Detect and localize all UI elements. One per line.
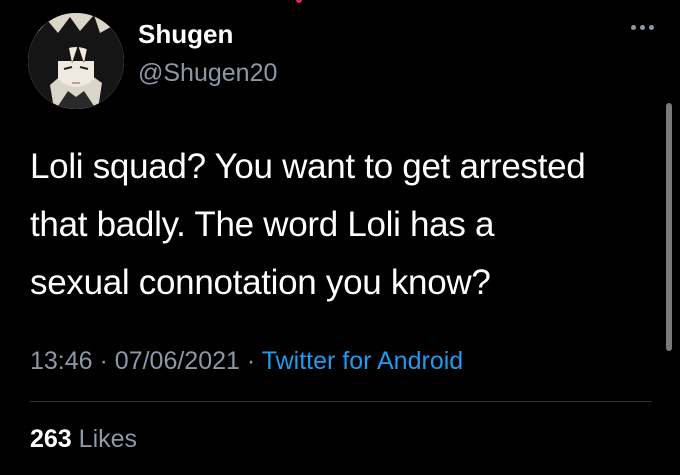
user-handle[interactable]: @Shugen20 <box>138 58 277 88</box>
tweet-date[interactable]: 07/06/2021 <box>115 347 240 375</box>
tweet-text-line: Loli squad? You want to get arrested <box>30 147 586 186</box>
likes-stat[interactable]: 263 Likes <box>30 424 137 454</box>
display-name[interactable]: Shugen <box>138 19 277 49</box>
divider <box>30 401 652 402</box>
tweet-header: Shugen @Shugen20 <box>28 13 660 109</box>
tweet-source-link[interactable]: Twitter for Android <box>262 347 463 375</box>
likes-count: 263 <box>30 425 72 453</box>
meta-separator: · <box>246 347 256 375</box>
likes-label: Likes <box>78 425 138 453</box>
meta-separator: · <box>99 347 108 375</box>
scrollbar-thumb[interactable] <box>666 103 672 351</box>
more-dot <box>631 25 636 30</box>
more-dot <box>640 25 645 30</box>
tweet-time[interactable]: 13:46 <box>30 347 93 375</box>
more-dot <box>649 25 654 30</box>
author-names: Shugen @Shugen20 <box>138 19 277 88</box>
tweet-text-line: sexual connotation you know? <box>30 263 491 302</box>
more-options-icon[interactable] <box>631 25 654 30</box>
top-edge-mark <box>296 0 302 3</box>
avatar[interactable] <box>28 13 124 109</box>
tweet-metadata: 13:46 · 07/06/2021 · Twitter for Android <box>30 346 463 376</box>
tweet-text: Loli squad? You want to get arrested tha… <box>30 138 650 312</box>
tweet-text-line: that badly. The word Loli has a <box>30 205 495 244</box>
